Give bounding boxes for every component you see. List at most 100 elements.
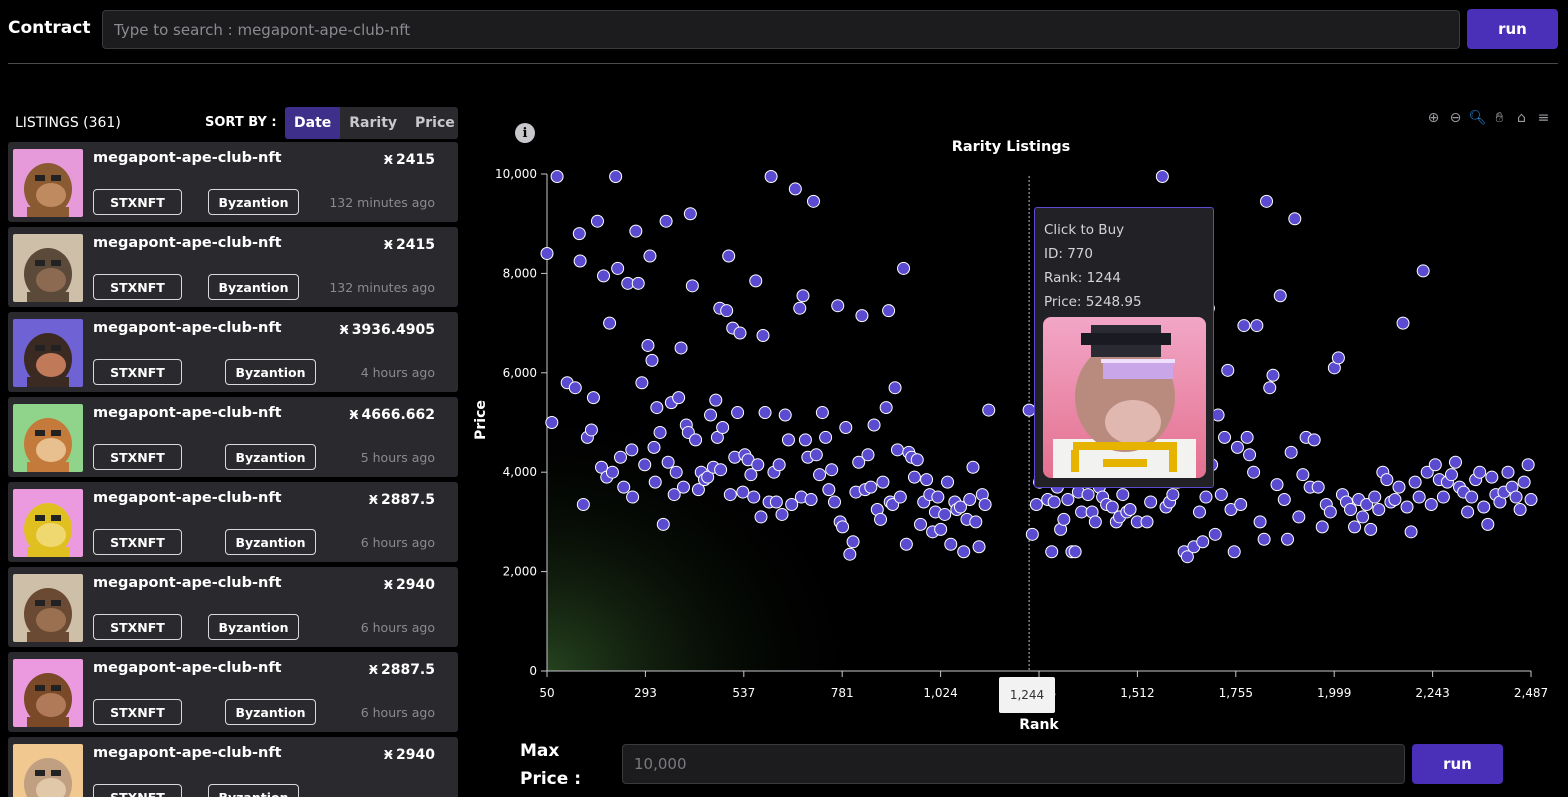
chart-tooltip[interactable]: Click to Buy ID: 770 Rank: 1244 Price: 5… bbox=[1034, 207, 1214, 488]
scatter-point[interactable] bbox=[825, 463, 839, 477]
scatter-point[interactable] bbox=[683, 207, 697, 221]
scatter-point[interactable] bbox=[806, 194, 820, 208]
scatter-point[interactable] bbox=[704, 408, 718, 422]
scatter-point[interactable] bbox=[882, 304, 896, 318]
scatter-point[interactable] bbox=[1047, 495, 1061, 509]
scatter-point[interactable] bbox=[720, 304, 734, 318]
scatter-point[interactable] bbox=[861, 448, 875, 462]
scatter-point[interactable] bbox=[1105, 500, 1119, 514]
listing-card[interactable]: megapont-ape-club-nft Ӿ 2940 STXNFT Byzan… bbox=[8, 567, 458, 647]
scatter-point[interactable] bbox=[1166, 488, 1180, 502]
scatter-point[interactable] bbox=[1307, 433, 1321, 447]
scatter-point[interactable] bbox=[648, 475, 662, 489]
scatter-point[interactable] bbox=[957, 545, 971, 559]
scatter-point[interactable] bbox=[573, 254, 587, 268]
scatter-point[interactable] bbox=[647, 440, 661, 454]
stxnft-market-button[interactable]: STXNFT bbox=[93, 189, 182, 215]
stxnft-market-button[interactable]: STXNFT bbox=[93, 359, 182, 385]
scatter-point[interactable] bbox=[1277, 493, 1291, 507]
scatter-point[interactable] bbox=[613, 450, 627, 464]
scatter-point[interactable] bbox=[796, 289, 810, 303]
scatter-point[interactable] bbox=[650, 401, 664, 415]
scatter-point[interactable] bbox=[1288, 212, 1302, 226]
listing-card[interactable]: megapont-ape-club-nft Ӿ 4666.662 STXNFT B… bbox=[8, 397, 458, 477]
scatter-point[interactable] bbox=[653, 425, 667, 439]
scatter-point[interactable] bbox=[1396, 316, 1410, 330]
scatter-point[interactable] bbox=[1061, 493, 1075, 507]
stxnft-market-button[interactable]: STXNFT bbox=[93, 529, 182, 555]
scatter-point[interactable] bbox=[605, 465, 619, 479]
scatter-point[interactable] bbox=[545, 416, 559, 429]
scatter-point[interactable] bbox=[969, 515, 983, 529]
scatter-point[interactable] bbox=[1372, 502, 1386, 516]
scatter-point[interactable] bbox=[1296, 468, 1310, 482]
scatter-point[interactable] bbox=[676, 480, 690, 494]
scatter-point[interactable] bbox=[1250, 319, 1264, 333]
scatter-point[interactable] bbox=[890, 443, 904, 457]
scatter-point[interactable] bbox=[672, 391, 686, 405]
scatter-point[interactable] bbox=[788, 182, 802, 196]
info-icon[interactable]: i bbox=[515, 123, 535, 143]
scatter-point[interactable] bbox=[931, 490, 945, 504]
scatter-point[interactable] bbox=[1428, 458, 1442, 472]
scatter-point[interactable] bbox=[1284, 445, 1298, 459]
byzantion-market-button[interactable]: Byzantion bbox=[225, 359, 316, 385]
listing-card[interactable]: megapont-ape-club-nft Ӿ 2887.5 STXNFT Byz… bbox=[8, 482, 458, 562]
listing-card[interactable]: megapont-ape-club-nft Ӿ 3936.4905 STXNFT … bbox=[8, 312, 458, 392]
scatter-point[interactable] bbox=[716, 420, 730, 434]
scatter-point[interactable] bbox=[813, 468, 827, 482]
scatter-point[interactable] bbox=[1404, 525, 1418, 539]
scatter-point[interactable] bbox=[540, 247, 554, 261]
scatter-point[interactable] bbox=[641, 338, 655, 352]
scatter-point[interactable] bbox=[611, 261, 625, 275]
scatter-point[interactable] bbox=[809, 448, 823, 462]
scatter-point[interactable] bbox=[1057, 512, 1071, 526]
scatter-point[interactable] bbox=[781, 433, 795, 447]
scatter-point[interactable] bbox=[1029, 498, 1043, 512]
scatter-point[interactable] bbox=[1477, 500, 1491, 514]
scatter-point[interactable] bbox=[1196, 535, 1210, 549]
scatter-point[interactable] bbox=[910, 453, 924, 467]
scatter-point[interactable] bbox=[1088, 515, 1102, 529]
scatter-point[interactable] bbox=[722, 249, 736, 263]
scatter-point[interactable] bbox=[586, 391, 600, 405]
scatter-point[interactable] bbox=[576, 498, 590, 512]
scatter-point[interactable] bbox=[831, 299, 845, 313]
scatter-point[interactable] bbox=[855, 309, 869, 323]
stxnft-market-button[interactable]: STXNFT bbox=[93, 444, 182, 470]
scatter-point[interactable] bbox=[1356, 510, 1370, 524]
stxnft-market-button[interactable]: STXNFT bbox=[93, 614, 182, 640]
scatter-point[interactable] bbox=[572, 227, 586, 241]
scatter-point[interactable] bbox=[1448, 455, 1462, 469]
scatter-point[interactable] bbox=[1380, 473, 1394, 487]
pan-hand-icon[interactable]: ✋︎ bbox=[1490, 109, 1509, 127]
scatter-point[interactable] bbox=[938, 507, 952, 521]
scatter-point[interactable] bbox=[1344, 502, 1358, 516]
scatter-point[interactable] bbox=[669, 465, 683, 479]
scatter-point[interactable] bbox=[1388, 493, 1402, 507]
max-price-input[interactable] bbox=[622, 744, 1405, 784]
scatter-point[interactable] bbox=[913, 517, 927, 531]
scatter-point[interactable] bbox=[685, 279, 699, 293]
scatter-point[interactable] bbox=[1485, 470, 1499, 484]
scatter-point[interactable] bbox=[568, 381, 582, 395]
scatter-point[interactable] bbox=[638, 458, 652, 472]
scatter-point[interactable] bbox=[1501, 465, 1515, 479]
scatter-point[interactable] bbox=[659, 214, 673, 228]
scatter-point[interactable] bbox=[1144, 495, 1158, 509]
scatter-point[interactable] bbox=[625, 443, 639, 457]
scatter-point[interactable] bbox=[1214, 488, 1228, 502]
zoom-out-icon[interactable]: ⊖ bbox=[1446, 109, 1465, 127]
scatter-point[interactable] bbox=[963, 493, 977, 507]
scatter-point[interactable] bbox=[1273, 289, 1287, 303]
scatter-point[interactable] bbox=[1436, 490, 1450, 504]
sort-date-button[interactable]: Date bbox=[285, 107, 341, 139]
scatter-point[interactable] bbox=[1140, 515, 1154, 529]
scatter-point[interactable] bbox=[941, 475, 955, 489]
scatter-point[interactable] bbox=[689, 433, 703, 447]
scatter-point[interactable] bbox=[1481, 517, 1495, 531]
scatter-point[interactable] bbox=[1331, 351, 1345, 365]
scatter-point[interactable] bbox=[1045, 545, 1059, 559]
scatter-point[interactable] bbox=[597, 269, 611, 283]
scatter-point[interactable] bbox=[1524, 493, 1538, 507]
